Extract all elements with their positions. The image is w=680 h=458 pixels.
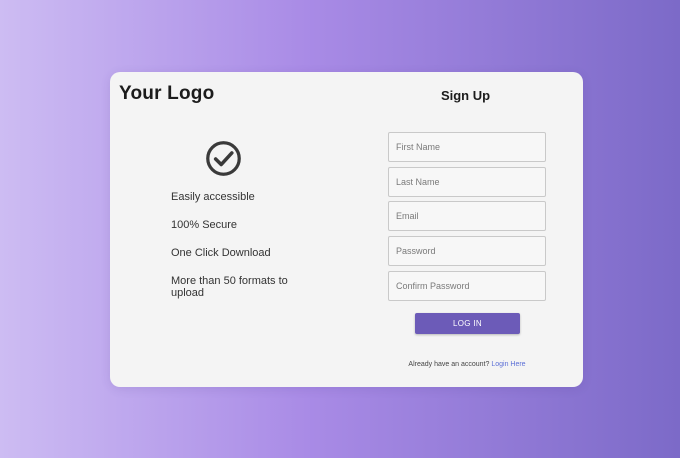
feature-item: One Click Download — [171, 247, 271, 259]
login-prompt-text: Already have an account? — [408, 361, 490, 368]
signup-card: Your Logo Easily accessible 100% Secure … — [110, 72, 583, 387]
feature-item: Easily accessible — [171, 191, 255, 203]
login-prompt: Already have an account? Login Here — [388, 361, 546, 368]
first-name-field[interactable] — [388, 132, 546, 162]
logo[interactable]: Your Logo — [119, 83, 214, 105]
check-circle-icon — [206, 141, 241, 176]
login-button[interactable]: LOG IN — [415, 313, 520, 334]
confirm-password-field[interactable] — [388, 271, 546, 301]
password-field[interactable] — [388, 236, 546, 266]
form-title: Sign Up — [440, 88, 491, 103]
last-name-field[interactable] — [388, 167, 546, 197]
feature-item: More than 50 formats to upload — [171, 275, 288, 299]
login-here-link[interactable]: Login Here — [491, 361, 525, 368]
email-field[interactable] — [388, 201, 546, 231]
feature-item: 100% Secure — [171, 219, 238, 231]
feature-list: Easily accessible 100% Secure One Click … — [171, 191, 311, 315]
